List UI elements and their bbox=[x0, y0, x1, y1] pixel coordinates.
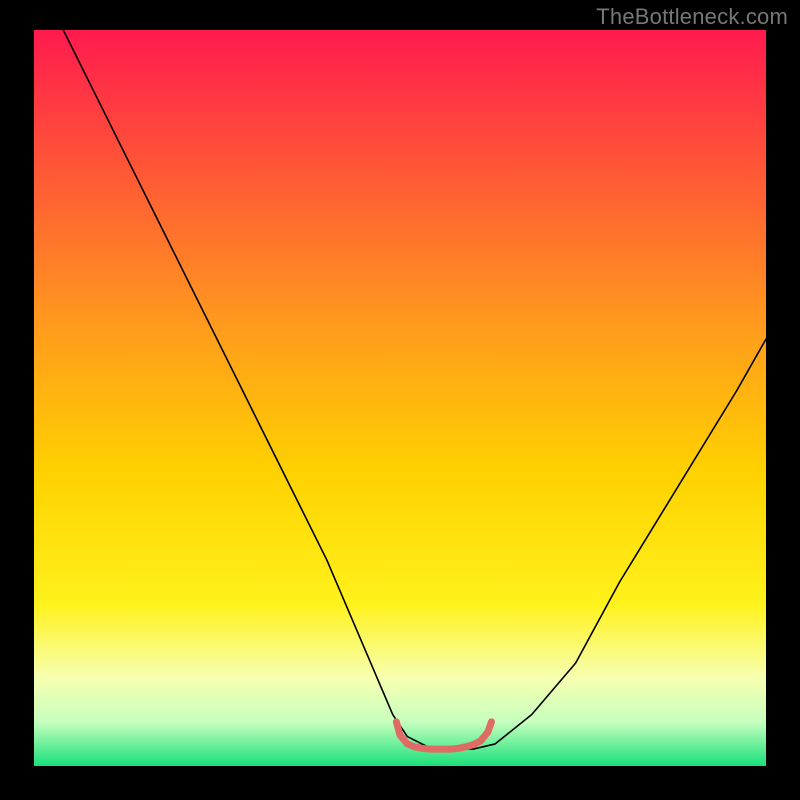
chart-svg bbox=[34, 30, 766, 766]
chart-plot-area bbox=[34, 30, 766, 766]
chart-frame: TheBottleneck.com bbox=[0, 0, 800, 800]
watermark-label: TheBottleneck.com bbox=[596, 4, 788, 30]
chart-background-gradient bbox=[34, 30, 766, 766]
